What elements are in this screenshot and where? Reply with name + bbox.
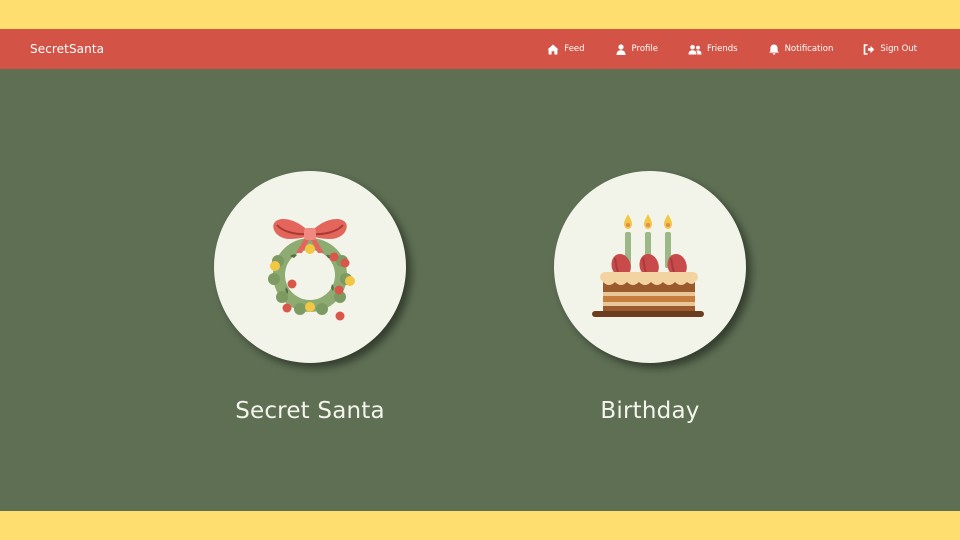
home-icon <box>547 44 559 54</box>
nav-item-notification[interactable]: Notification <box>768 44 834 55</box>
navbar: SecretSanta Feed Profile Friends Notific… <box>0 29 960 69</box>
top-banner <box>0 0 960 29</box>
bottom-banner <box>0 511 960 540</box>
nav-item-friends[interactable]: Friends <box>688 44 738 55</box>
birthday-card[interactable]: Birthday <box>554 171 746 424</box>
nav-item-label: Profile <box>631 44 658 54</box>
nav-item-sign-out[interactable]: Sign Out <box>863 43 917 55</box>
nav-menu: Feed Profile Friends Notification Sign O… <box>547 29 917 69</box>
secret-santa-circle[interactable] <box>214 171 406 363</box>
bell-icon <box>768 44 779 55</box>
nav-item-label: Friends <box>706 44 738 54</box>
birthday-cake-icon <box>592 214 704 317</box>
user-icon <box>616 43 626 55</box>
birthday-label: Birthday <box>600 398 700 424</box>
secret-santa-label: Secret Santa <box>235 398 385 424</box>
birthday-circle[interactable] <box>554 171 746 363</box>
secret-santa-card[interactable]: Secret Santa <box>214 171 406 424</box>
nav-item-label: Notification <box>784 44 834 54</box>
brand-logo[interactable]: SecretSanta <box>30 29 104 69</box>
nav-item-profile[interactable]: Profile <box>615 43 658 55</box>
sign-out-icon <box>864 43 875 55</box>
nav-item-feed[interactable]: Feed <box>547 44 585 55</box>
nav-item-label: Sign Out <box>880 44 917 54</box>
users-icon <box>688 44 702 54</box>
nav-item-label: Feed <box>564 44 585 54</box>
wreath-icon <box>268 219 355 321</box>
